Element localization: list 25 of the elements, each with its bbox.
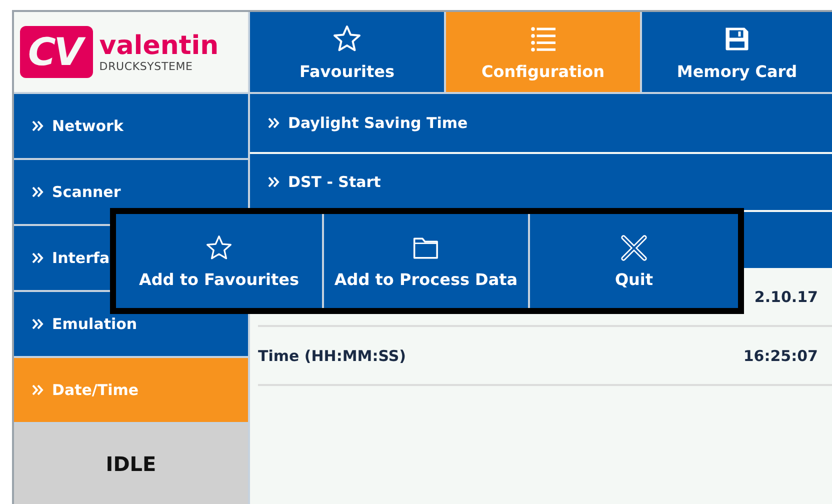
star-icon	[332, 24, 362, 54]
sidebar-item[interactable]: Network	[14, 94, 248, 158]
double-chevron-icon	[268, 176, 280, 188]
double-chevron-icon	[32, 186, 44, 198]
double-chevron-icon	[32, 120, 44, 132]
menu-button[interactable]: Add to Process Data	[324, 214, 528, 308]
tab[interactable]: Memory Card	[642, 12, 832, 92]
logo-name: valentin	[99, 32, 219, 60]
setting-label: Time (HH:MM:SS)	[258, 346, 406, 364]
star-icon	[205, 234, 233, 262]
logo-mark: CV	[20, 26, 94, 78]
close-icon	[620, 234, 648, 262]
setting-value[interactable]: 16:25:07	[743, 346, 818, 364]
menu-button[interactable]: Quit	[530, 214, 738, 308]
settings-group[interactable]: Daylight Saving Time	[250, 94, 832, 152]
double-chevron-icon	[32, 318, 44, 330]
double-chevron-icon	[32, 252, 44, 264]
setting-value[interactable]: 2.10.17	[754, 288, 818, 306]
double-chevron-icon	[268, 117, 280, 129]
settings-group[interactable]: DST - Start	[250, 154, 832, 210]
menu-button[interactable]: Add to Favourites	[116, 214, 322, 308]
logo-subtitle: DRUCKSYSTEME	[99, 60, 194, 72]
status-text: IDLE	[106, 452, 156, 476]
double-chevron-icon	[32, 384, 44, 396]
tab[interactable]: Favourites	[250, 12, 444, 92]
